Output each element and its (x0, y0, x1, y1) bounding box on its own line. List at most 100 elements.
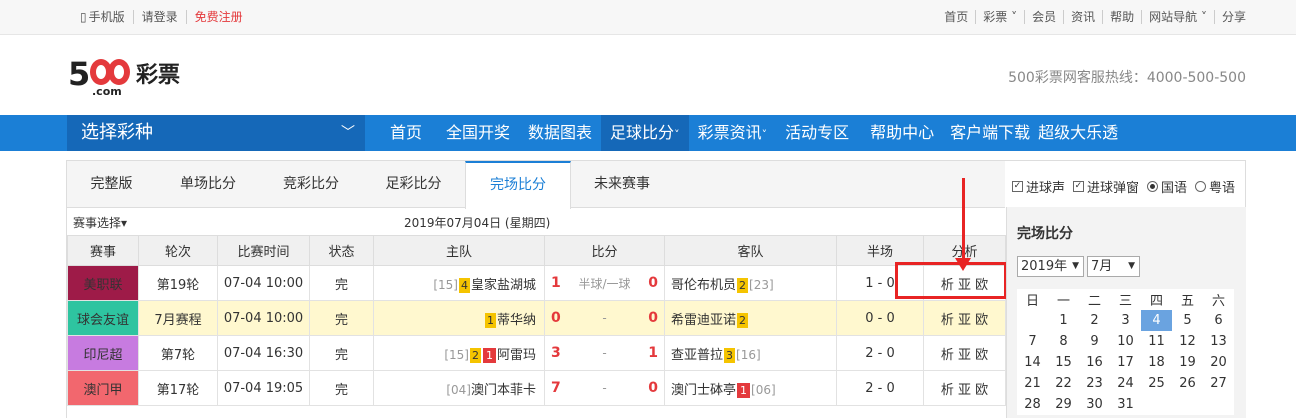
top-sitenav-link[interactable]: 网站导航 ˅ (1142, 10, 1215, 24)
cantonese-radio[interactable]: 粤语 (1194, 177, 1235, 196)
calendar-day[interactable]: 16 (1079, 352, 1110, 373)
col-home: 主队 (373, 235, 545, 266)
league-cell[interactable]: 印尼超 (67, 335, 139, 371)
calendar-day[interactable]: 31 (1110, 394, 1141, 415)
calendar-day[interactable]: 22 (1048, 373, 1079, 394)
mandarin-radio[interactable]: 国语 (1146, 177, 1187, 196)
calendar-day[interactable]: 20 (1203, 352, 1234, 373)
calendar-day[interactable]: 30 (1079, 394, 1110, 415)
login-link[interactable]: 请登录 (134, 10, 187, 24)
calendar-day[interactable]: 29 (1048, 394, 1079, 415)
away-cell: 哥伦布机员 2 [23] (664, 265, 837, 301)
calendar-day[interactable]: 2 (1079, 310, 1110, 331)
year-select[interactable]: 2019年 ▼ (1017, 256, 1084, 277)
checkbox-icon: ✓ (1072, 181, 1084, 192)
half-score-cell: 2 - 0 (836, 370, 924, 406)
nav-item-charts[interactable]: 数据图表 (519, 115, 601, 151)
home-team[interactable]: 皇家盐湖城 (471, 278, 536, 293)
nav-item-draws[interactable]: 全国开奖 (437, 115, 519, 151)
time-cell: 07-04 16:30 (217, 335, 310, 371)
nav-item-activities[interactable]: 活动专区 (776, 115, 858, 151)
weekday-label: 六 (1211, 294, 1225, 309)
table-row[interactable]: 澳门甲 第17轮 07-04 19:05 完 [04]澳门本菲卡 7-0 澳门士砵亭 1 [06… (67, 370, 1006, 406)
league-cell[interactable]: 球会友谊 (67, 300, 139, 336)
analysis-links[interactable]: 析 亚 欧 (923, 300, 1006, 336)
nav-item-client-download[interactable]: 客户端下载 (946, 115, 1034, 151)
tab-full-version[interactable]: 完整版 (67, 161, 156, 207)
month-select[interactable]: 7月 ▼ (1087, 256, 1140, 277)
calendar-day[interactable]: 7 (1017, 331, 1048, 352)
calendar-day[interactable]: 15 (1048, 352, 1079, 373)
top-help-link[interactable]: 帮助 (1103, 10, 1143, 24)
calendar-day[interactable]: 17 (1110, 352, 1141, 373)
away-team[interactable]: 澳门士砵亭 (671, 383, 736, 398)
tab-upcoming[interactable]: 未来赛事 (571, 161, 673, 207)
home-team[interactable]: 阿雷玛 (497, 348, 536, 363)
calendar-day[interactable]: 11 (1141, 331, 1172, 352)
league-cell[interactable]: 美职联 (67, 265, 139, 301)
calendar-day[interactable]: 9 (1079, 331, 1110, 352)
away-team[interactable]: 查亚普拉 (671, 348, 723, 363)
calendar-day[interactable]: 27 (1203, 373, 1234, 394)
calendar-day[interactable]: 12 (1172, 331, 1203, 352)
table-row[interactable]: 美职联 第19轮 07-04 10:00 完 [15] 4 皇家盐湖城 1 半球/一球 0 哥伦布机… (67, 265, 1006, 301)
league-filter[interactable]: 赛事选择▾ (73, 214, 127, 231)
table-row[interactable]: 球会友谊 7月赛程 07-04 10:00 完 1 蒂华纳 0-0 希雷迪亚诺 2 0 - 0析 … (67, 300, 1006, 336)
tab-finished[interactable]: 完场比分 (465, 161, 571, 209)
radio-icon (1146, 181, 1158, 192)
calendar-day[interactable]: 21 (1017, 373, 1048, 394)
analysis-links[interactable]: 析 亚 欧 (923, 335, 1006, 371)
calendar-day[interactable]: 3 (1110, 310, 1141, 331)
register-link[interactable]: 免费注册 (187, 10, 251, 24)
calendar-day[interactable]: 28 (1017, 394, 1048, 415)
away-team[interactable]: 希雷迪亚诺 (671, 313, 736, 328)
tab-zucai[interactable]: 足彩比分 (362, 161, 465, 207)
table-row[interactable]: 印尼超 第7轮 07-04 16:30 完 [15] 2 1 阿雷玛 3-1 查亚普拉 3 [16] 2… (67, 335, 1006, 371)
col-score: 比分 (544, 235, 665, 266)
home-team[interactable]: 蒂华纳 (497, 313, 536, 328)
nav-item-football-scores[interactable]: 足球比分˅ (601, 115, 689, 151)
top-member-link[interactable]: 会员 (1025, 10, 1065, 24)
top-lottery-link[interactable]: 彩票 ˅ (976, 10, 1026, 24)
calendar-day[interactable]: 23 (1079, 373, 1110, 394)
analysis-links[interactable]: 析 亚 欧 (923, 370, 1006, 406)
status-cell: 完 (309, 265, 374, 301)
home-cell: [04]澳门本菲卡 (373, 370, 545, 406)
calendar-day[interactable]: 6 (1203, 310, 1234, 331)
calendar-day[interactable]: 5 (1172, 310, 1203, 331)
calendar-day[interactable]: 18 (1141, 352, 1172, 373)
calendar-week: 123456 (1017, 310, 1234, 331)
calendar-day[interactable]: 8 (1048, 331, 1079, 352)
lottery-select[interactable]: 选择彩种 ﹀ (67, 115, 365, 151)
nav-item-super-lotto[interactable]: 超级大乐透 (1034, 115, 1122, 151)
calendar-day[interactable]: 14 (1017, 352, 1048, 373)
tab-jingcai[interactable]: 竞彩比分 (260, 161, 362, 207)
calendar-day[interactable]: 4 (1141, 310, 1172, 331)
home-team[interactable]: 澳门本菲卡 (471, 383, 536, 398)
calendar-day[interactable]: 1 (1048, 310, 1079, 331)
nav-item-home[interactable]: 首页 (375, 115, 437, 151)
top-share-link[interactable]: 分享 (1215, 10, 1246, 24)
calendar-day[interactable]: 25 (1141, 373, 1172, 394)
home-rank: [15] (433, 277, 458, 292)
site-logo[interactable]: 5 彩票 .com (68, 55, 188, 98)
weekday-label: 二 (1087, 294, 1101, 309)
home-goals: 1 (551, 275, 561, 291)
calendar-day[interactable]: 24 (1110, 373, 1141, 394)
top-home-link[interactable]: 首页 (937, 10, 977, 24)
mobile-version-link[interactable]: ▯ 手机版 (72, 10, 134, 24)
calendar-day[interactable]: 13 (1203, 331, 1234, 352)
away-team[interactable]: 哥伦布机员 (671, 278, 736, 293)
calendar-day[interactable]: 19 (1172, 352, 1203, 373)
nav-item-help[interactable]: 帮助中心 (858, 115, 946, 151)
calendar-day[interactable]: 26 (1172, 373, 1203, 394)
top-news-link[interactable]: 资讯 (1064, 10, 1104, 24)
col-round: 轮次 (138, 235, 218, 266)
goal-sound-checkbox[interactable]: ✓ 进球声 (1011, 177, 1065, 196)
league-cell[interactable]: 澳门甲 (67, 370, 139, 406)
goal-popup-checkbox[interactable]: ✓ 进球弹窗 (1072, 177, 1139, 196)
nav-item-lottery-news[interactable]: 彩票资讯˅ (689, 115, 777, 151)
tab-single-match[interactable]: 单场比分 (156, 161, 260, 207)
score-cell: 0 - 0 (544, 300, 665, 336)
calendar-day[interactable]: 10 (1110, 331, 1141, 352)
